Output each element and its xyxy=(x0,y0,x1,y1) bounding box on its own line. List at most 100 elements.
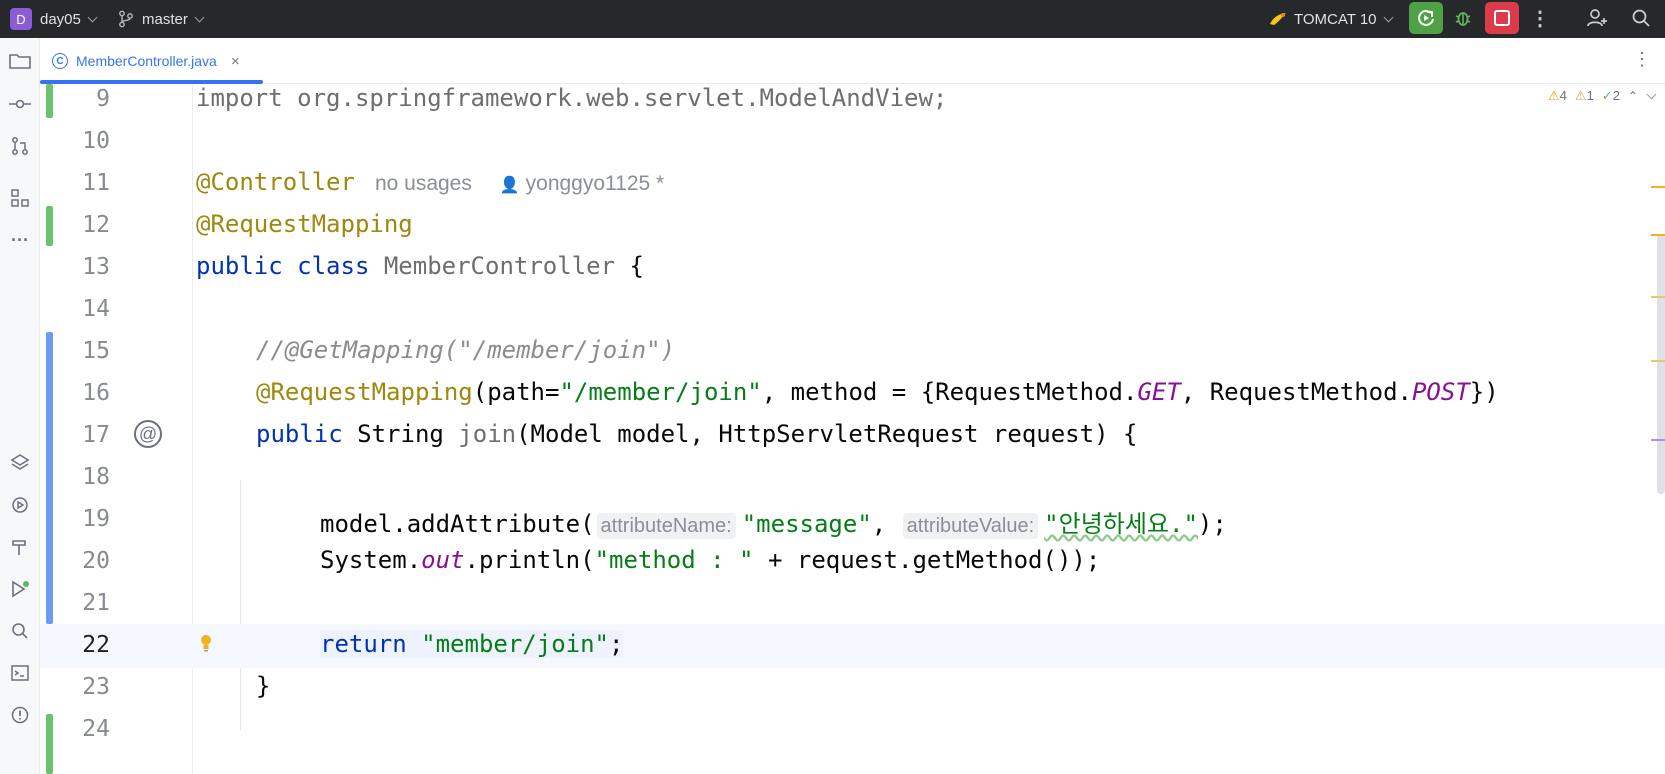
code-line: 13 public class MemberController { xyxy=(40,246,1665,290)
debug-button[interactable] xyxy=(1446,2,1480,34)
lightbulb-icon[interactable] xyxy=(200,634,212,652)
java-class-icon: C xyxy=(52,53,68,69)
pull-request-icon xyxy=(12,137,28,155)
rerun-icon xyxy=(1418,10,1434,26)
editor-scrollbar[interactable] xyxy=(1657,234,1665,494)
run-button[interactable] xyxy=(1409,2,1443,34)
more-vertical-icon: ⋮ xyxy=(1530,7,1550,30)
line-number: 20 xyxy=(82,548,110,574)
commit-icon xyxy=(9,99,31,109)
code-line: 10 xyxy=(40,120,1665,164)
more-horizontal-icon: ··· xyxy=(11,229,29,250)
layers-tool-button[interactable] xyxy=(7,450,33,476)
line-number: 13 xyxy=(82,254,110,280)
search-icon xyxy=(12,623,28,639)
editor-tab-bar: C MemberController.java × ⋮ xyxy=(40,38,1665,84)
request-mapping-gutter-icon[interactable]: @ xyxy=(134,420,162,448)
parameter-hint: attributeName: xyxy=(596,513,736,539)
search-everywhere-button[interactable] xyxy=(1624,2,1658,34)
author-inlay[interactable]: 👤 yonggyo1125 * xyxy=(500,172,664,195)
terminal-icon xyxy=(11,665,29,681)
hammer-icon xyxy=(12,540,26,555)
code-text: import org.springframework.web.servlet.M… xyxy=(196,84,948,112)
add-user-button[interactable] xyxy=(1580,2,1614,34)
editor-tab-membercontroller[interactable]: C MemberController.java × xyxy=(52,46,240,76)
tool-window-strip: ··· xyxy=(0,38,40,774)
usages-inlay[interactable]: no usages xyxy=(375,172,472,195)
line-number: 16 xyxy=(82,380,110,406)
line-number: 19 xyxy=(82,506,110,532)
services-icon xyxy=(12,497,28,513)
structure-icon xyxy=(11,189,29,207)
add-user-icon xyxy=(1587,9,1607,27)
tab-actions-button[interactable]: ⋮ xyxy=(1633,50,1651,68)
code-line: 23 } xyxy=(40,666,1665,710)
line-number: 9 xyxy=(96,86,110,112)
run-icon xyxy=(12,580,29,598)
tomcat-icon xyxy=(1270,13,1286,25)
pull-requests-tool-button[interactable] xyxy=(7,133,33,159)
problems-tool-button[interactable] xyxy=(7,702,33,728)
code-line: 17 @ public String join(Model model, Htt… xyxy=(40,414,1665,458)
keyword: public class xyxy=(196,252,370,280)
code-line: 11 @Controller no usages 👤 yonggyo1125 * xyxy=(40,162,1665,206)
stop-icon xyxy=(1494,10,1510,26)
chevron-down-icon xyxy=(194,12,205,22)
structure-tool-button[interactable] xyxy=(7,185,33,211)
line-number: 21 xyxy=(82,590,110,616)
build-tool-button[interactable] xyxy=(7,534,33,560)
code-line: 12 @RequestMapping xyxy=(40,204,1665,248)
stop-button[interactable] xyxy=(1485,2,1519,34)
commit-tool-button[interactable] xyxy=(7,91,33,117)
run-tool-button[interactable] xyxy=(7,576,33,602)
line-number: 11 xyxy=(82,170,110,196)
code-line: 15 //@GetMapping("/member/join") xyxy=(40,330,1665,374)
warning-marker[interactable] xyxy=(1651,234,1665,236)
line-number: 14 xyxy=(82,296,110,322)
line-number: 15 xyxy=(82,338,110,364)
project-name: day05 xyxy=(40,10,81,28)
folder-icon xyxy=(9,54,31,69)
warning-marker[interactable] xyxy=(1651,296,1665,298)
warning-marker[interactable] xyxy=(1651,186,1665,188)
more-tools-button[interactable]: ··· xyxy=(7,227,33,253)
problems-icon xyxy=(11,706,29,724)
code-line: 9 import org.springframework.web.servlet… xyxy=(40,84,1665,122)
typo-marker[interactable] xyxy=(1651,439,1665,441)
terminal-tool-button[interactable] xyxy=(7,660,33,686)
run-config-name: TOMCAT 10 xyxy=(1294,10,1377,28)
line-number: 12 xyxy=(82,212,110,238)
code-line: 14 xyxy=(40,288,1665,332)
tab-label: MemberController.java xyxy=(76,53,217,69)
line-number: 22 xyxy=(82,632,110,658)
layers-icon xyxy=(10,454,30,470)
line-number: 23 xyxy=(82,674,110,700)
line-number: 10 xyxy=(82,128,110,154)
code-line: 24 xyxy=(40,708,1665,752)
annotation: @Controller xyxy=(196,168,355,196)
close-icon[interactable]: × xyxy=(231,53,240,70)
line-number: 18 xyxy=(82,464,110,490)
code-line: 20 System.out.println("method : " + requ… xyxy=(40,540,1665,584)
code-line: 21 xyxy=(40,582,1665,626)
run-config-selector[interactable]: TOMCAT 10 xyxy=(1268,0,1393,38)
chevron-down-icon xyxy=(87,12,98,22)
code-editor[interactable]: ⚠4 ⚠1 ✓2 ⌃ 9 import org.springframework.… xyxy=(40,84,1665,774)
project-selector[interactable]: D day05 xyxy=(10,0,98,38)
more-actions-button[interactable]: ⋮ xyxy=(1523,2,1557,34)
caret-line: 22 return "member/join"; xyxy=(40,624,1665,668)
warning-marker[interactable] xyxy=(1651,360,1665,362)
code-line: 19 model.addAttribute(attributeName: "mes… xyxy=(40,498,1665,542)
search-icon xyxy=(1632,9,1650,27)
code-line: 18 xyxy=(40,456,1665,500)
code-text: } xyxy=(256,672,271,700)
branch-selector[interactable]: master xyxy=(118,0,205,38)
code-line: 16 @RequestMapping(path="/member/join", … xyxy=(40,372,1665,416)
find-tool-button[interactable] xyxy=(7,618,33,644)
parameter-hint: attributeValue: xyxy=(902,513,1039,539)
services-tool-button[interactable] xyxy=(7,492,33,518)
line-number: 17 xyxy=(82,422,110,448)
project-tool-button[interactable] xyxy=(7,48,33,74)
title-bar: D day05 master TOMCAT 10 ⋮ xyxy=(0,0,1665,38)
git-branch-icon xyxy=(119,10,133,28)
